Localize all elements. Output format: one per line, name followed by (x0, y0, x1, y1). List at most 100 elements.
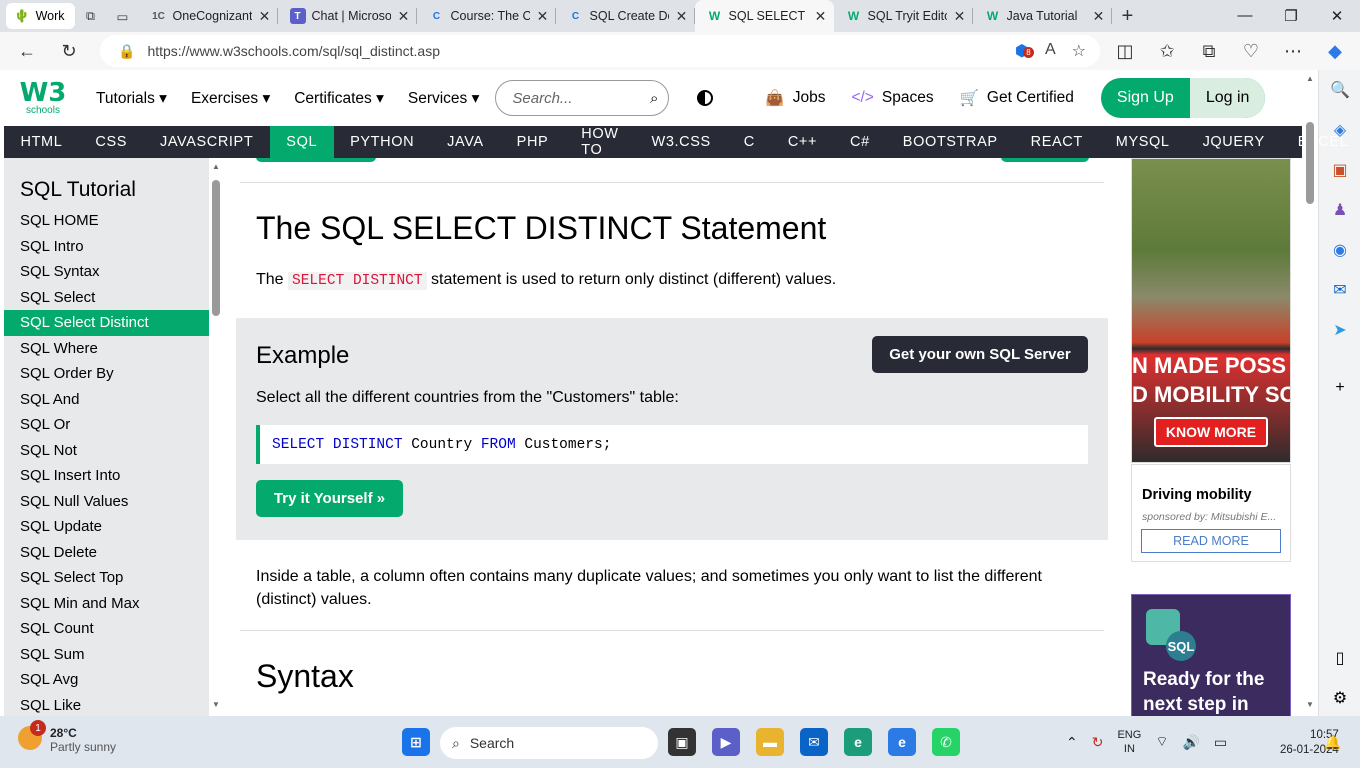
close-tab-icon[interactable]: ✕ (1092, 8, 1106, 25)
mail-icon[interactable]: ✉ (800, 728, 828, 756)
know-more-button[interactable]: KNOW MORE (1154, 417, 1268, 447)
sidebar-item-sql-select[interactable]: SQL Select (4, 285, 209, 311)
close-tab-icon[interactable]: ✕ (397, 8, 411, 25)
topnav-python[interactable]: PYTHON (334, 126, 431, 158)
edge-icon[interactable]: e (844, 728, 872, 756)
get-certified-link[interactable]: 🛒 Get Certified (960, 89, 1074, 108)
read-aloud-icon[interactable]: A (1045, 41, 1056, 61)
topnav-sql[interactable]: SQL (269, 126, 334, 158)
sidebar-item-sql-select-top[interactable]: SQL Select Top (4, 565, 209, 591)
split-screen-icon[interactable]: ◫ (1104, 34, 1146, 68)
more-menu-icon[interactable]: ⋯ (1272, 34, 1314, 68)
edge-active-icon[interactable]: e (888, 728, 916, 756)
page-scrollbar[interactable]: ▲ ▼ (1302, 70, 1318, 716)
jobs-link[interactable]: 👜 Jobs (765, 89, 825, 108)
topnav-bootstrap[interactable]: BOOTSTRAP (886, 126, 1014, 158)
minimize-icon[interactable]: — (1222, 7, 1268, 25)
windows-start-icon[interactable]: ⊞ (402, 728, 430, 756)
wifi-icon[interactable]: ⌔ (1155, 733, 1168, 751)
tab-sql-select-distinct[interactable]: W SQL SELECT D ✕ (694, 0, 834, 32)
log-in-button[interactable]: Log in (1189, 78, 1266, 118)
sidebar-item-sql-not[interactable]: SQL Not (4, 438, 209, 464)
sidebar-item-sql-select-distinct[interactable]: SQL Select Distinct (4, 310, 209, 336)
read-more-button[interactable]: READ MORE (1141, 529, 1281, 553)
close-tab-icon[interactable]: ✕ (675, 8, 689, 25)
sidebar-toggle-icon[interactable]: ▯ (1319, 638, 1360, 678)
site-search-input[interactable]: Search... ⌕ (495, 80, 670, 116)
dark-mode-toggle-icon[interactable] (697, 90, 714, 106)
sidebar-item-sql-count[interactable]: SQL Count (4, 616, 209, 642)
close-tab-icon[interactable]: ✕ (814, 8, 828, 25)
new-tab-button[interactable]: + (1112, 5, 1144, 28)
send-icon[interactable]: ➤ (1319, 310, 1360, 350)
refresh-icon[interactable]: ↻ (48, 34, 90, 68)
collections-icon[interactable]: ⧉ (1188, 34, 1230, 68)
close-tab-icon[interactable]: ✕ (536, 8, 550, 25)
topnav-react[interactable]: REACT (1014, 126, 1099, 158)
sidebar-item-sql-avg[interactable]: SQL Avg (4, 667, 209, 693)
sidebar-item-sql-delete[interactable]: SQL Delete (4, 540, 209, 566)
close-window-icon[interactable]: ✕ (1314, 7, 1360, 25)
language-indicator[interactable]: ENG IN (1117, 728, 1141, 756)
battery-icon[interactable]: ▭ (1214, 734, 1227, 751)
ad-banner[interactable]: N MADE POSS D MOBILITY SO KNOW MORE (1131, 158, 1291, 463)
teams-icon[interactable]: ▶ (712, 728, 740, 756)
sidebar-item-sql-home[interactable]: SQL HOME (4, 208, 209, 234)
games-icon[interactable]: ♟ (1319, 190, 1360, 230)
sidebar-item-sql-where[interactable]: SQL Where (4, 336, 209, 362)
outlook-icon[interactable]: ✉ (1319, 270, 1360, 310)
sidebar-item-sql-min-and-max[interactable]: SQL Min and Max (4, 591, 209, 617)
tab-actions-icon[interactable]: ▭ (107, 0, 139, 32)
add-icon[interactable]: + (1319, 368, 1360, 408)
topnav-jquery[interactable]: JQUERY (1186, 126, 1281, 158)
topnav-w3css[interactable]: W3.CSS (635, 126, 727, 158)
file-explorer-icon[interactable]: ▬ (756, 728, 784, 756)
copilot-icon[interactable]: ◆ (1314, 34, 1356, 68)
sidebar-item-sql-null-values[interactable]: SQL Null Values (4, 489, 209, 515)
topnav-c[interactable]: C (727, 126, 771, 158)
menu-certificates[interactable]: Certificates ▾ (294, 89, 384, 108)
get-sql-server-button[interactable]: Get your own SQL Server (872, 336, 1088, 373)
taskbar-search[interactable]: ⌕ Search (440, 727, 658, 759)
search-icon[interactable]: ⌕ (650, 90, 658, 107)
back-icon[interactable]: ← (6, 34, 48, 68)
sidebar-item-sql-syntax[interactable]: SQL Syntax (4, 259, 209, 285)
weather-widget[interactable]: 1 28°C Partly sunny (18, 720, 116, 754)
volume-icon[interactable]: 🔊 (1182, 734, 1199, 751)
address-bar[interactable]: 🔒 https://www.w3schools.com/sql/sql_dist… (100, 35, 1100, 67)
sidebar-item-sql-insert-into[interactable]: SQL Insert Into (4, 463, 209, 489)
sidebar-item-sql-order-by[interactable]: SQL Order By (4, 361, 209, 387)
menu-tutorials[interactable]: Tutorials ▾ (96, 89, 167, 108)
topnav-csharp[interactable]: C# (834, 126, 887, 158)
topnav-javascript[interactable]: JAVASCRIPT (144, 126, 270, 158)
sidebar-item-sql-update[interactable]: SQL Update (4, 514, 209, 540)
search-icon[interactable]: 🔍 (1319, 70, 1360, 110)
tab-java-tutorial[interactable]: W Java Tutorial ✕ (973, 0, 1112, 32)
topnav-php[interactable]: PHP (500, 126, 565, 158)
sidebar-item-sql-sum[interactable]: SQL Sum (4, 642, 209, 668)
tab-sql-create[interactable]: C SQL Create Do ✕ (556, 0, 695, 32)
try-it-yourself-button[interactable]: Try it Yourself » (256, 480, 403, 517)
extension-icon[interactable]: ⬢ 8 (1015, 41, 1035, 61)
favorites-icon[interactable]: ✩ (1146, 34, 1188, 68)
sidebar-item-sql-and[interactable]: SQL And (4, 387, 209, 413)
sidebar-scrollbar[interactable]: ▲ ▼ (209, 158, 223, 716)
sync-icon[interactable]: ↻ (1092, 734, 1104, 751)
w3schools-logo[interactable]: W3 schools (4, 70, 82, 126)
menu-exercises[interactable]: Exercises ▾ (191, 89, 270, 108)
task-view-icon[interactable]: ▣ (668, 728, 696, 756)
sign-up-button[interactable]: Sign Up (1101, 89, 1190, 107)
tab-course[interactable]: C Course: The C ✕ (417, 0, 556, 32)
close-tab-icon[interactable]: ✕ (953, 8, 967, 25)
topnav-howto[interactable]: HOW TO (565, 126, 635, 158)
sql-promo-ad[interactable]: SQL Ready for the next step in (1131, 594, 1291, 724)
spaces-link[interactable]: </> Spaces (851, 89, 933, 107)
sidebar-item-sql-or[interactable]: SQL Or (4, 412, 209, 438)
profile-button[interactable]: 🌵 Work (6, 3, 75, 29)
chevron-up-icon[interactable]: ⌃ (1066, 734, 1078, 751)
notification-bell-icon[interactable]: 🔔 (1324, 734, 1341, 751)
close-tab-icon[interactable]: ✕ (258, 8, 272, 25)
menu-services[interactable]: Services ▾ (408, 89, 480, 108)
topnav-html[interactable]: HTML (4, 126, 79, 158)
topnav-excel[interactable]: EXCEL (1281, 126, 1360, 158)
